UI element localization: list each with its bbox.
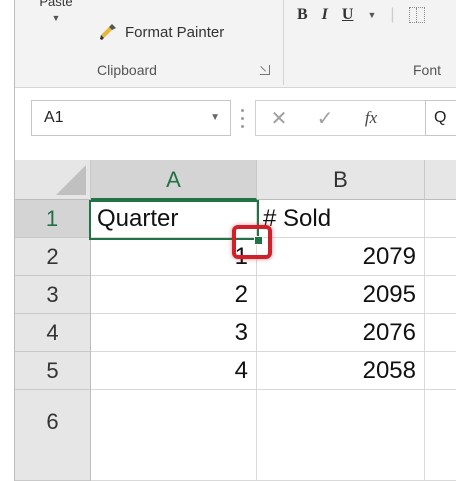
font-toolbar: B I U ▼ | bbox=[297, 0, 425, 30]
formula-bar-buttons: ✕ ✓ fx bbox=[255, 100, 427, 136]
cell-a5[interactable]: 4 bbox=[91, 352, 257, 390]
cell-a3[interactable]: 2 bbox=[91, 276, 257, 314]
cell-c2[interactable] bbox=[425, 238, 456, 276]
row-header-6[interactable]: 6 bbox=[15, 390, 91, 481]
chevron-down-icon[interactable]: ▼ bbox=[210, 101, 220, 135]
row-header-4[interactable]: 4 bbox=[15, 314, 91, 352]
ribbon: Paste ▼ Format Painter B I U ▼ | Clipboa… bbox=[15, 0, 456, 88]
cell-a4[interactable]: 3 bbox=[91, 314, 257, 352]
column-header-c[interactable] bbox=[425, 160, 456, 200]
name-box[interactable]: A1 ▼ bbox=[31, 100, 231, 136]
cell-b5[interactable]: 2058 bbox=[257, 352, 425, 390]
paste-label: Paste bbox=[39, 0, 73, 9]
fill-handle[interactable] bbox=[254, 236, 263, 245]
formula-bar: A1 ▼ ✕ ✓ fx Q bbox=[15, 88, 456, 158]
format-painter-button[interactable]: Format Painter bbox=[99, 20, 224, 44]
select-all-icon bbox=[56, 165, 86, 195]
italic-button[interactable]: I bbox=[322, 6, 328, 24]
name-box-value: A1 bbox=[44, 109, 64, 126]
format-painter-icon bbox=[100, 24, 116, 40]
paste-button[interactable]: Paste ▼ bbox=[25, 0, 87, 23]
formula-bar-grip[interactable] bbox=[241, 104, 244, 130]
cell-a6[interactable] bbox=[91, 390, 257, 481]
cell-b4[interactable]: 2076 bbox=[257, 314, 425, 352]
cell-b1[interactable]: # Sold bbox=[257, 200, 425, 238]
dialog-launcher-icon[interactable] bbox=[260, 65, 270, 75]
format-painter-label: Format Painter bbox=[125, 23, 225, 41]
row-header-5[interactable]: 5 bbox=[15, 352, 91, 390]
bold-button[interactable]: B bbox=[297, 6, 308, 24]
cell-b6[interactable] bbox=[257, 390, 425, 481]
cell-b3[interactable]: 2095 bbox=[257, 276, 425, 314]
cancel-icon[interactable]: ✕ bbox=[256, 106, 302, 131]
spreadsheet-grid: A B 1 Quarter # Sold 2 1 2079 3 2 2095 4… bbox=[15, 160, 456, 481]
chevron-down-icon[interactable]: ▼ bbox=[25, 13, 87, 23]
cell-c5[interactable] bbox=[425, 352, 456, 390]
toolbar-separator: | bbox=[390, 6, 395, 23]
fill-handle-highlight bbox=[232, 225, 272, 259]
cell-b2[interactable]: 2079 bbox=[257, 238, 425, 276]
underline-button[interactable]: U bbox=[342, 6, 354, 24]
select-all-button[interactable] bbox=[15, 160, 91, 200]
insert-function-icon[interactable]: fx bbox=[348, 108, 394, 128]
clipboard-group-label: Clipboard bbox=[97, 62, 157, 78]
excel-window: Paste ▼ Format Painter B I U ▼ | Clipboa… bbox=[14, 0, 456, 481]
column-header-b[interactable]: B bbox=[257, 160, 425, 200]
cell-c6[interactable] bbox=[425, 390, 456, 481]
row-header-1[interactable]: 1 bbox=[15, 200, 91, 238]
column-header-a[interactable]: A bbox=[91, 160, 257, 200]
cell-c3[interactable] bbox=[425, 276, 456, 314]
row-header-6-label: 6 bbox=[46, 409, 59, 434]
row-header-3[interactable]: 3 bbox=[15, 276, 91, 314]
cell-c1[interactable] bbox=[425, 200, 456, 238]
font-group-label: Font bbox=[413, 62, 442, 78]
cell-c4[interactable] bbox=[425, 314, 456, 352]
underline-dropdown-icon[interactable]: ▼ bbox=[367, 10, 376, 20]
ribbon-divider bbox=[283, 0, 284, 85]
formula-input[interactable]: Q bbox=[425, 100, 456, 136]
row-header-2[interactable]: 2 bbox=[15, 238, 91, 276]
borders-icon[interactable] bbox=[408, 7, 425, 23]
enter-icon[interactable]: ✓ bbox=[302, 106, 348, 131]
